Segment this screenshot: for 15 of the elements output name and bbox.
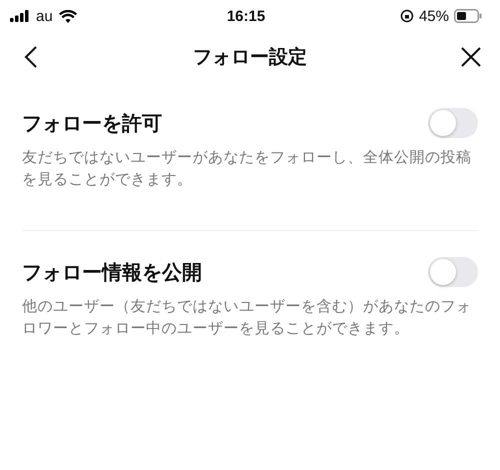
signal-icon: [10, 10, 30, 22]
setting-label: フォローを許可: [22, 110, 162, 136]
battery-percent: 45%: [418, 8, 449, 24]
page-title: フォロー設定: [193, 45, 307, 70]
setting-description: 他のユーザー（友だちではないユーザーを含む）があなたのフォロワーとフォロー中のユーザーを見ることができます。: [22, 296, 472, 339]
close-icon: [460, 46, 482, 68]
setting-label: フォロー情報を公開: [22, 258, 202, 286]
rotation-lock-icon: [400, 9, 414, 23]
toggle-switch[interactable]: [428, 108, 478, 138]
setting-description: 友だちではないユーザーがあなたをフォローし、全体公開の投稿を見ることができます。: [22, 147, 472, 190]
carrier-name: au: [36, 8, 53, 24]
wifi-icon: [58, 10, 77, 22]
toggle-switch[interactable]: [428, 257, 478, 287]
battery-icon: [454, 9, 482, 23]
clock-time: 16:15: [226, 8, 266, 24]
